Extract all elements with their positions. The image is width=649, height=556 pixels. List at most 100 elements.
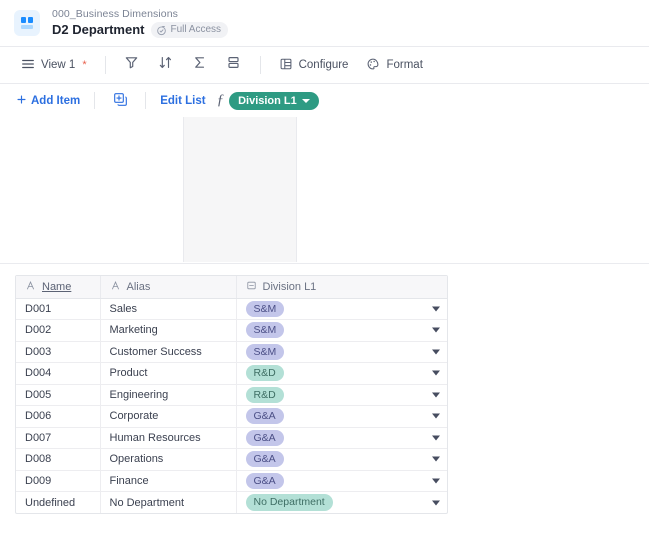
table-row[interactable]: D003 Customer Success S&M	[16, 341, 447, 363]
cell-name[interactable]: D009	[16, 470, 101, 492]
column-header-alias[interactable]: Alias	[100, 276, 237, 299]
plus-icon	[16, 94, 27, 108]
cell-alias[interactable]: Finance	[100, 470, 237, 492]
cell-name[interactable]: Undefined	[16, 491, 101, 513]
table-row[interactable]: D002 Marketing S&M	[16, 319, 447, 342]
cell-division[interactable]: No Department	[236, 492, 447, 514]
cell-alias[interactable]: No Department	[100, 491, 237, 513]
division-pill: G&A	[245, 472, 284, 489]
view-selector[interactable]: View 1 *	[12, 53, 96, 78]
chevron-down-icon	[301, 98, 310, 103]
group-button[interactable]	[217, 53, 251, 77]
cell-name[interactable]: D006	[16, 405, 101, 428]
cell-name[interactable]: D003	[16, 341, 101, 363]
access-shield-icon	[156, 25, 167, 36]
cell-alias[interactable]: Corporate	[100, 405, 237, 428]
chevron-down-icon[interactable]	[432, 392, 440, 398]
division-pill: R&D	[245, 365, 284, 382]
division-pill: S&M	[245, 300, 285, 317]
breadcrumb[interactable]: 000_Business Dimensions	[52, 8, 228, 20]
cell-name[interactable]: D007	[16, 427, 101, 449]
table-row[interactable]: D004 Product R&D	[16, 362, 447, 385]
view-toolbar: View 1 * Configure Format	[0, 47, 649, 83]
select-type-icon	[246, 280, 257, 294]
chevron-down-icon[interactable]	[432, 456, 440, 462]
configure-button[interactable]: Configure	[270, 53, 358, 78]
cell-alias[interactable]: Engineering	[100, 384, 237, 406]
cell-alias[interactable]: Human Resources	[100, 427, 237, 449]
chevron-down-icon[interactable]	[432, 500, 440, 505]
data-table: Name Alias Division L1 D001 Sales S&M D0…	[15, 275, 448, 514]
cell-name[interactable]: D004	[16, 362, 101, 385]
column-header-division-l1[interactable]: Division L1	[236, 276, 447, 299]
cell-name[interactable]: D005	[16, 384, 101, 406]
filter-button[interactable]	[115, 53, 149, 77]
action-divider-2	[145, 92, 147, 109]
chevron-down-icon[interactable]	[432, 435, 440, 441]
formula-panel[interactable]	[183, 117, 297, 262]
cell-alias[interactable]: Customer Success	[100, 341, 237, 363]
division-pill: G&A	[245, 451, 284, 468]
cell-division[interactable]: S&M	[236, 341, 447, 363]
cell-division[interactable]: G&A	[236, 427, 447, 449]
group-icon	[226, 55, 241, 75]
format-label: Format	[386, 59, 423, 71]
cell-name[interactable]: D008	[16, 448, 101, 471]
filter-icon	[124, 55, 139, 75]
table-row[interactable]: D006 Corporate G&A	[16, 405, 447, 428]
configure-label: Configure	[298, 59, 349, 71]
edit-list-label: Edit List	[160, 94, 206, 107]
chevron-down-icon[interactable]	[432, 413, 440, 419]
cell-division[interactable]: R&D	[236, 384, 447, 406]
edit-list-button[interactable]: Edit List	[154, 92, 211, 110]
cell-division[interactable]: S&M	[236, 298, 447, 320]
view-label: View 1	[41, 59, 76, 71]
sort-button[interactable]	[149, 53, 183, 77]
cell-division[interactable]: R&D	[236, 362, 447, 385]
table-row[interactable]: D008 Operations G&A	[16, 448, 447, 471]
table-row[interactable]: D007 Human Resources G&A	[16, 427, 447, 449]
cell-alias[interactable]: Sales	[100, 298, 237, 320]
status-badge: Full Access	[151, 22, 229, 38]
chevron-down-icon[interactable]	[432, 306, 440, 312]
division-pill: R&D	[245, 386, 284, 403]
cell-name[interactable]: D001	[16, 298, 101, 320]
chevron-down-icon[interactable]	[432, 478, 440, 484]
cell-division[interactable]: G&A	[236, 470, 447, 492]
duplicate-item-button[interactable]	[103, 89, 137, 113]
column-header-division-label: Division L1	[262, 280, 317, 293]
division-pill: S&M	[245, 322, 285, 339]
format-button[interactable]: Format	[357, 53, 431, 78]
access-badge-label: Full Access	[170, 24, 222, 36]
field-chip-label: Division L1	[238, 94, 297, 107]
add-item-button[interactable]: Add Item	[10, 91, 86, 111]
field-chip-division-l1[interactable]: Division L1	[229, 91, 319, 110]
text-type-icon	[110, 280, 121, 294]
cell-alias[interactable]: Operations	[100, 448, 237, 471]
cell-alias[interactable]: Product	[100, 362, 237, 385]
fx-icon: ƒ	[216, 92, 225, 108]
chevron-down-icon[interactable]	[432, 370, 440, 376]
table-row[interactable]: D001 Sales S&M	[16, 298, 447, 320]
toolbar-divider-2	[259, 56, 261, 74]
table-row[interactable]: Undefined No Department No Department	[16, 491, 447, 514]
app-header: 000_Business Dimensions D2 Department Fu…	[0, 0, 649, 46]
cell-division[interactable]: G&A	[236, 405, 447, 428]
cell-division[interactable]: G&A	[236, 448, 447, 471]
table-row[interactable]: D009 Finance G&A	[16, 470, 447, 492]
formula-editor-area	[0, 117, 649, 263]
cell-name[interactable]: D002	[16, 319, 101, 342]
cell-alias[interactable]: Marketing	[100, 319, 237, 342]
toolbar-divider-1	[104, 56, 106, 74]
column-header-name[interactable]: Name	[16, 276, 101, 299]
action-divider-1	[94, 92, 96, 109]
column-header-alias-label: Alias	[126, 280, 151, 293]
sum-button[interactable]	[183, 53, 217, 77]
table-header-row: Name Alias Division L1	[16, 276, 447, 299]
chevron-down-icon[interactable]	[432, 327, 440, 333]
table-row[interactable]: D005 Engineering R&D	[16, 384, 447, 406]
cell-division[interactable]: S&M	[236, 319, 447, 342]
division-pill: G&A	[245, 408, 284, 425]
division-pill: No Department	[245, 494, 333, 511]
chevron-down-icon[interactable]	[432, 349, 440, 355]
